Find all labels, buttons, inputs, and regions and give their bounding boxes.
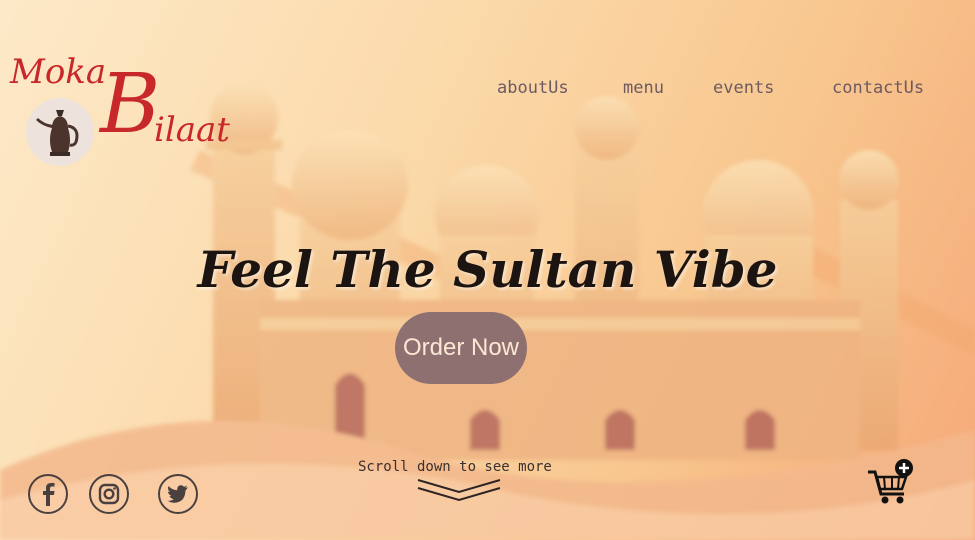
brand-name-rest: ilaat — [154, 110, 230, 150]
twitter-icon[interactable] — [157, 473, 199, 515]
nav-item-events[interactable]: events — [713, 78, 774, 98]
brand-logo[interactable]: Moka B ilaat — [10, 52, 230, 172]
nav-item-about-us[interactable]: aboutUs — [497, 78, 569, 98]
order-now-button[interactable]: Order Now — [395, 312, 527, 384]
nav-item-contact-us[interactable]: contactUs — [832, 78, 924, 98]
main-nav: aboutUs menu events contactUs — [0, 78, 975, 108]
cart-add-icon[interactable] — [866, 458, 916, 506]
dallah-coffee-pot-icon — [26, 98, 94, 166]
facebook-icon[interactable] — [27, 473, 69, 515]
hero-headline: Feel The Sultan Vibe — [197, 240, 778, 299]
nav-item-menu[interactable]: menu — [623, 78, 664, 98]
scroll-hint-text: Scroll down to see more — [358, 459, 552, 475]
instagram-icon[interactable] — [88, 473, 130, 515]
double-chevron-down-icon[interactable] — [416, 478, 502, 504]
